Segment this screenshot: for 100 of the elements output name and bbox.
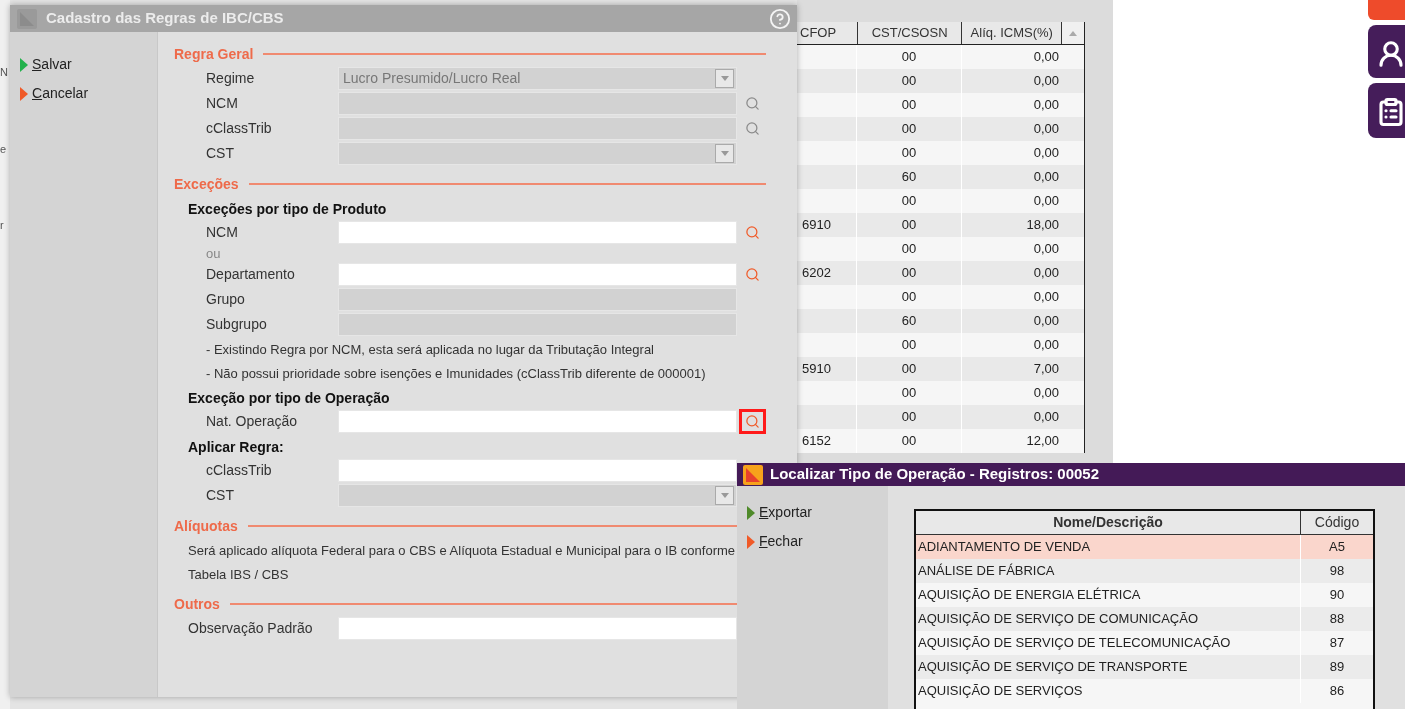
table-cell-text: 0,00 xyxy=(1033,192,1059,211)
triangle-icon xyxy=(20,57,28,72)
table-row[interactable]: ADIANTAMENTO DE VENDA A5 xyxy=(916,535,1373,559)
field-label: Grupo xyxy=(206,290,246,309)
table-cell-text: AQUISIÇÃO DE SERVIÇO DE TELECOMUNICAÇÃO xyxy=(918,634,1231,653)
scroll-up-button[interactable] xyxy=(1062,22,1084,44)
caret-icon xyxy=(1069,30,1078,36)
window-title: Localizar Tipo de Operação - Registros: 00052 xyxy=(770,464,1099,485)
table-cell-text: 5910 xyxy=(802,360,831,379)
section-heading: Alíquotas xyxy=(174,516,238,536)
table-cell-text: 6152 xyxy=(802,432,831,451)
table-cell-text: 00 xyxy=(901,360,917,379)
hint-text: ou xyxy=(206,244,221,263)
table-cell-text: 18,00 xyxy=(1026,216,1059,235)
table-cell-text: A5 xyxy=(1329,538,1345,557)
table-cell-text: 7,00 xyxy=(1033,360,1059,379)
table-cell-text: 0,00 xyxy=(1033,96,1059,115)
table-cell-text: 00 xyxy=(901,120,917,139)
field-label: cClassTrib xyxy=(206,461,273,480)
action-link[interactable]: Cancelar xyxy=(32,83,89,104)
note-text: - Não possui prioridade sobre isenções e Imunidades (cClassTrib diferente de 000001) xyxy=(206,366,706,381)
search-icon xyxy=(745,96,760,111)
table-cell-text: 98 xyxy=(1329,562,1345,581)
table-row[interactable]: ANÁLISE DE FÁBRICA 98 xyxy=(916,559,1373,583)
table-cell-text: 6202 xyxy=(802,264,831,283)
text-fragment: r xyxy=(0,218,4,233)
field-label: cClassTrib xyxy=(206,119,273,138)
column-header[interactable]: Alíq. ICMS(%) xyxy=(961,22,1063,44)
help-icon[interactable] xyxy=(769,7,791,30)
table-cell-text: 87 xyxy=(1329,634,1345,653)
action-link[interactable]: Salvar xyxy=(32,54,72,75)
table-row[interactable]: AQUISIÇÃO DE SERVIÇO DE COMUNICAÇÃO 88 xyxy=(916,607,1373,631)
search-button[interactable] xyxy=(739,409,766,434)
table-cell-text: 00 xyxy=(901,72,917,91)
section-heading: Exceções xyxy=(174,174,239,194)
search-icon xyxy=(745,267,760,282)
column-header[interactable]: Nome/Descrição xyxy=(916,511,1301,534)
triangle-icon xyxy=(747,534,755,549)
action-link[interactable]: Fechar xyxy=(759,531,803,552)
field-label: Subgrupo xyxy=(206,315,268,334)
field-label: CST xyxy=(206,486,235,505)
table-cell-text: 0,00 xyxy=(1033,408,1059,427)
table-cell-text: 0,00 xyxy=(1033,120,1059,139)
subsection-heading: Exceções por tipo de Produto xyxy=(188,200,387,219)
table-cell-text: 0,00 xyxy=(1033,48,1059,67)
table-cell-text: 00 xyxy=(901,216,917,235)
table-cell-text: 6910 xyxy=(802,216,831,235)
table-cell-text: ADIANTAMENTO DE VENDA xyxy=(918,538,1091,557)
field-label: Regime xyxy=(206,69,256,88)
table-cell-text: 00 xyxy=(901,408,917,427)
caret-icon xyxy=(720,151,729,156)
subsection-heading: Aplicar Regra: xyxy=(188,438,284,457)
table-cell-text: 0,00 xyxy=(1033,336,1059,355)
table-cell-text: 0,00 xyxy=(1033,144,1059,163)
table-cell-text: 0,00 xyxy=(1033,72,1059,91)
input-field[interactable] xyxy=(338,617,737,640)
table-cell-text: ANÁLISE DE FÁBRICA xyxy=(918,562,1055,581)
table-cell-text: 0,00 xyxy=(1033,312,1059,331)
table-cell-text: 12,00 xyxy=(1026,432,1059,451)
column-header[interactable]: Código xyxy=(1301,511,1373,534)
table-row[interactable]: AQUISIÇÃO DE SERVIÇO DE TRANSPORTE 89 xyxy=(916,655,1373,679)
field-label: NCM xyxy=(206,94,239,113)
table-cell-text: 00 xyxy=(901,432,917,451)
column-header[interactable]: CST/CSOSN xyxy=(856,22,962,44)
input-field[interactable] xyxy=(338,459,737,482)
table-cell-text: 00 xyxy=(901,336,917,355)
person-icon xyxy=(1376,39,1405,69)
input-field[interactable] xyxy=(338,410,737,433)
info-paragraph: Será aplicado alíquota Federal para o CBS e Alíquota Estadual e Municipal para o IB conforme Tabela IBS / CBS xyxy=(188,543,736,582)
table-cell-text: 00 xyxy=(901,240,917,259)
input-field[interactable] xyxy=(338,263,737,286)
note-text: - Existindo Regra por NCM, esta será aplicada no lugar da Tributação Integral xyxy=(206,342,654,357)
triangle-icon xyxy=(747,505,755,520)
caret-icon xyxy=(720,76,729,81)
field-label: Observação Padrão xyxy=(188,619,314,638)
table-cell-text: 86 xyxy=(1329,682,1345,701)
table-cell-text: AQUISIÇÃO DE ENERGIA ELÉTRICA xyxy=(918,586,1141,605)
table-cell-text: 00 xyxy=(901,384,917,403)
table-cell-text: AQUISIÇÃO DE SERVIÇO DE COMUNICAÇÃO xyxy=(918,610,1199,629)
text-fragment: N xyxy=(0,65,8,80)
search-icon xyxy=(745,121,760,136)
column-header[interactable]: CFOP xyxy=(797,22,857,44)
action-link[interactable]: Exportar xyxy=(759,502,812,523)
table-cell-text: 60 xyxy=(901,168,917,187)
triangle-icon xyxy=(20,86,28,101)
table-cell-text: 00 xyxy=(901,144,917,163)
side-tab[interactable] xyxy=(1368,25,1405,78)
table-cell-text: AQUISIÇÃO DE SERVIÇO DE TRANSPORTE xyxy=(918,658,1188,677)
side-tab[interactable] xyxy=(1368,83,1405,138)
search-icon xyxy=(745,414,760,429)
input-field[interactable] xyxy=(338,221,737,244)
window-title: Cadastro das Regras de IBC/CBS xyxy=(46,8,285,29)
section-heading: Regra Geral xyxy=(174,44,254,64)
search-icon xyxy=(745,225,760,240)
field-label: Nat. Operação xyxy=(206,412,299,431)
field-label: CST xyxy=(206,144,235,163)
field-label: Departamento xyxy=(206,265,296,284)
table-cell-text: 0,00 xyxy=(1033,264,1059,283)
table-cell-text: 88 xyxy=(1329,610,1345,629)
table-cell-text: 90 xyxy=(1329,586,1345,605)
